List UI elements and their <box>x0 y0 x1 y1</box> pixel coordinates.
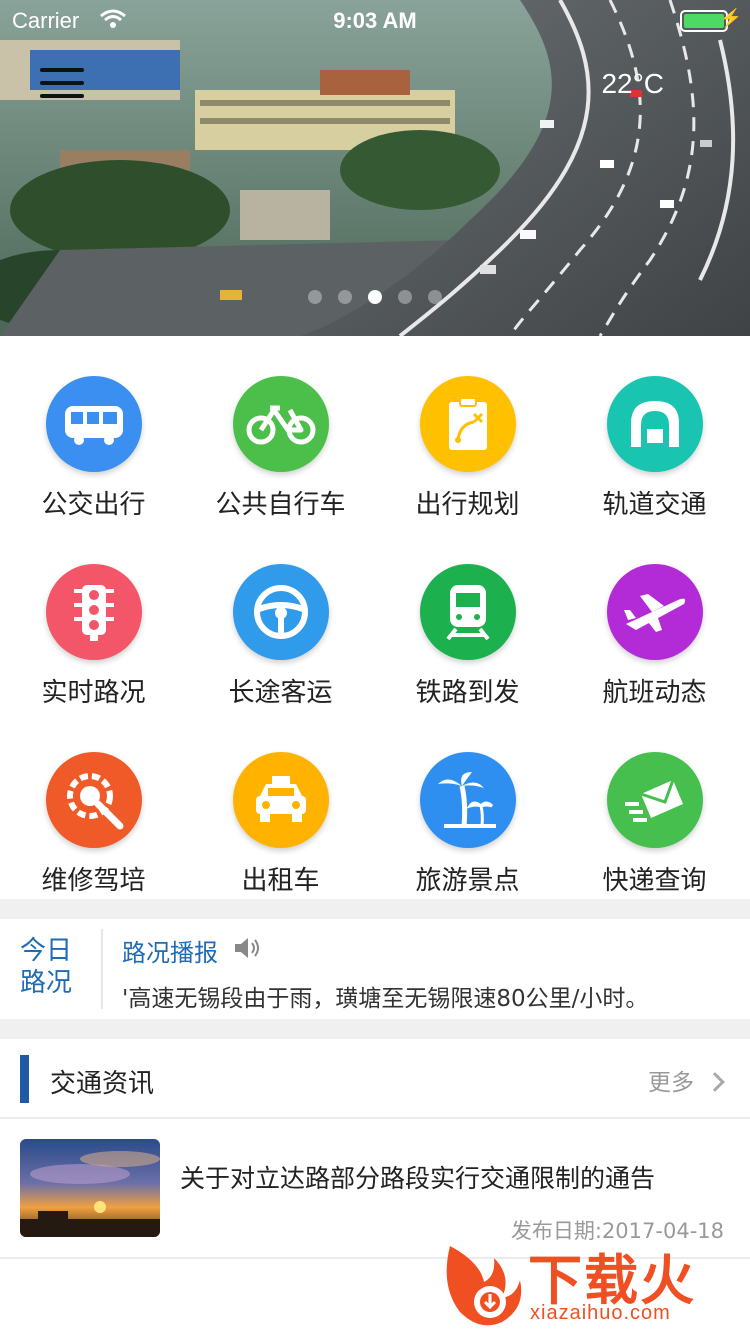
broadcast-title: 路况播报 <box>122 939 218 967</box>
chevron-right-icon <box>705 1071 725 1092</box>
carousel-dot[interactable] <box>308 290 322 304</box>
carousel-dot[interactable] <box>428 290 442 304</box>
status-bar: Carrier 9:03 AM ⚡ <box>0 0 750 40</box>
carousel-dot[interactable] <box>398 290 412 304</box>
traffic-light-icon <box>45 564 142 660</box>
train-icon <box>419 564 516 660</box>
service-label: 长途客运 <box>228 678 333 708</box>
flame-logo-icon <box>446 1246 522 1326</box>
news-headline: 关于对立达路部分路段实行交通限制的通告 <box>180 1164 656 1193</box>
traffic-broadcast[interactable]: 今日路况 路况播报 '高速无锡段由于雨，璜塘至无锡限速80公里/小时。 <box>0 919 750 1019</box>
bicycle-icon <box>232 376 329 472</box>
airplane-icon <box>606 564 703 660</box>
menu-icon[interactable] <box>40 68 84 100</box>
steering-wheel-icon <box>232 564 329 660</box>
vertical-divider <box>101 929 103 1009</box>
service-label: 轨道交通 <box>602 490 707 520</box>
service-tourist-attractions[interactable]: 旅游景点 <box>374 752 561 897</box>
service-label: 快递查询 <box>602 866 707 896</box>
service-public-bicycle[interactable]: 公共自行车 <box>187 376 374 521</box>
service-repair-driving-school[interactable]: 维修驾培 <box>0 752 187 897</box>
service-railway-arrival-departure[interactable]: 铁路到发 <box>374 564 561 709</box>
site-watermark: 下载火 xiazaihuo.com <box>440 1236 750 1332</box>
repair-gear-icon <box>45 752 142 848</box>
service-label: 公共自行车 <box>215 490 346 520</box>
palm-tree-icon <box>419 752 516 848</box>
taxi-icon <box>232 752 329 848</box>
watermark-url: xiazaihuo.com <box>530 1302 671 1324</box>
service-trip-planning[interactable]: 出行规划 <box>374 376 561 521</box>
service-express-delivery[interactable]: 快递查询 <box>561 752 748 897</box>
carousel-indicator <box>0 290 750 309</box>
carousel-dot[interactable] <box>338 290 352 304</box>
service-bus[interactable]: 公交出行 <box>0 376 187 521</box>
service-rail-transit[interactable]: 轨道交通 <box>561 376 748 521</box>
charging-icon: ⚡ <box>719 8 742 28</box>
section-accent-bar <box>20 1055 29 1103</box>
envelope-icon <box>606 752 703 848</box>
tunnel-icon <box>606 376 703 472</box>
news-header: 交通资讯 更多 <box>0 1039 750 1119</box>
service-label: 维修驾培 <box>41 866 146 896</box>
service-label: 出行规划 <box>415 490 520 520</box>
service-label: 航班动态 <box>602 678 707 708</box>
highway-banner-image <box>0 0 750 336</box>
service-flight-status[interactable]: 航班动态 <box>561 564 748 709</box>
route-plan-icon <box>419 376 516 472</box>
news-thumbnail <box>20 1139 160 1237</box>
today-traffic-label: 今日路况 <box>20 936 73 998</box>
service-realtime-traffic[interactable]: 实时路况 <box>0 564 187 709</box>
service-label: 公交出行 <box>41 490 146 520</box>
more-button[interactable]: 更多 <box>648 1063 725 1097</box>
broadcast-ticker-text: '高速无锡段由于雨，璜塘至无锡限速80公里/小时。 <box>122 986 649 1012</box>
service-label: 铁路到发 <box>415 678 520 708</box>
banner-carousel[interactable]: Carrier 9:03 AM ⚡ 22°C <box>0 0 750 336</box>
status-time: 9:03 AM <box>333 8 417 33</box>
section-divider <box>0 1019 750 1039</box>
news-section-title: 交通资讯 <box>50 1069 155 1099</box>
section-divider <box>0 899 750 919</box>
service-label: 旅游景点 <box>415 866 520 896</box>
service-long-distance-coach[interactable]: 长途客运 <box>187 564 374 709</box>
more-label: 更多 <box>648 1070 694 1096</box>
service-grid: 公交出行 公共自行车 出行规划 轨道交通 实时路况 长途客运 铁路到发 航班动态… <box>0 336 750 899</box>
weather-temperature: 22°C <box>601 68 664 99</box>
carousel-dot-active[interactable] <box>368 290 382 304</box>
service-label: 实时路况 <box>41 678 146 708</box>
service-taxi[interactable]: 出租车 <box>187 752 374 897</box>
speaker-icon <box>235 938 259 958</box>
service-label: 出租车 <box>241 866 320 896</box>
bus-icon <box>45 376 142 472</box>
